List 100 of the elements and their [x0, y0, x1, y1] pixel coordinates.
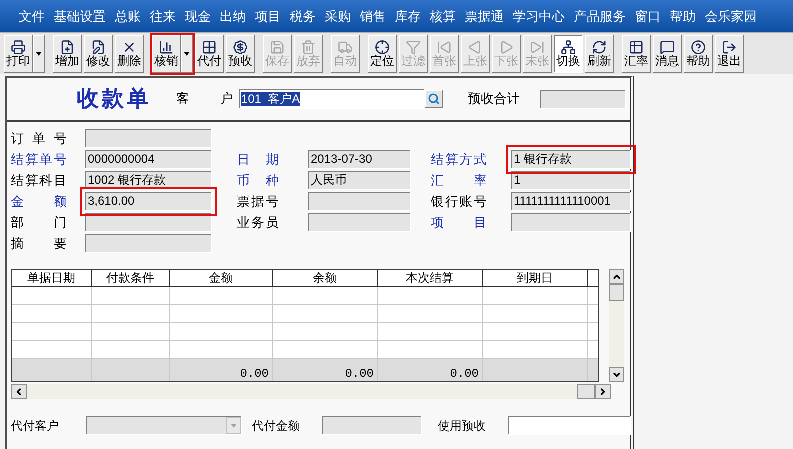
toolbar-button[interactable]: 定位: [368, 34, 397, 72]
toolbar-button[interactable]: 打印: [4, 34, 33, 72]
filter-icon: [406, 40, 421, 54]
field-label: 订单号: [11, 130, 67, 148]
text-field[interactable]: 人民币: [308, 171, 411, 190]
caret-icon: [184, 52, 190, 56]
toolbar-button[interactable]: 删除: [115, 34, 144, 72]
scroll-left-icon: [14, 386, 24, 396]
menu-item[interactable]: 总账: [115, 7, 141, 27]
field-label: 日期: [237, 150, 279, 169]
menu-item[interactable]: 会乐家园: [705, 7, 757, 27]
toolbar-button[interactable]: 预收: [226, 34, 255, 72]
menu-item[interactable]: 往来: [150, 7, 176, 27]
field-label: 摘要: [11, 234, 67, 253]
text-field[interactable]: 2013-07-30: [308, 150, 411, 169]
grid-icon: [202, 40, 217, 54]
dollar-icon: [233, 40, 248, 54]
field-label: 汇率: [431, 172, 487, 190]
menu-item[interactable]: 票据通: [465, 7, 504, 27]
caret-icon: [36, 52, 42, 56]
column-header[interactable]: 余额: [273, 270, 378, 286]
column-header[interactable]: 单据日期: [12, 270, 92, 286]
toolbar-button[interactable]: 帮助: [684, 34, 713, 72]
field-label: 使用预收: [438, 418, 487, 434]
text-field[interactable]: [508, 416, 631, 435]
text-field[interactable]: [85, 129, 212, 148]
toolbar-button[interactable]: 切换: [554, 34, 583, 72]
field-label: 项目: [431, 214, 487, 232]
caret-icon: [230, 424, 236, 428]
total-cell: 0.00: [450, 367, 479, 381]
text-field[interactable]: [511, 213, 631, 232]
combo-box[interactable]: [86, 416, 242, 435]
toolbar-button[interactable]: 增加: [53, 34, 82, 72]
customer-label: 客 户: [176, 90, 234, 108]
horizontal-scrollbar[interactable]: [11, 384, 611, 399]
dropdown-button[interactable]: [33, 34, 45, 72]
chart-icon: [159, 40, 174, 54]
field-label: 币种: [237, 172, 279, 190]
menu-item[interactable]: 现金: [185, 7, 211, 27]
total-cell: 0.00: [240, 367, 269, 381]
menu-item[interactable]: 产品服务: [574, 7, 626, 27]
menu-item[interactable]: 核算: [430, 7, 456, 27]
menu-item[interactable]: 库存: [395, 7, 421, 27]
first-icon: [437, 40, 452, 54]
message-icon: [660, 40, 675, 54]
edit-document-icon: [91, 40, 106, 54]
scroll-thumb[interactable]: [577, 384, 595, 399]
toolbar-button[interactable]: 刷新: [585, 34, 614, 72]
field-label: 票据号: [237, 192, 279, 211]
toolbar-button[interactable]: 汇率: [622, 34, 651, 72]
field-label: 银行账号: [431, 192, 487, 211]
field-label: 代付客户: [11, 418, 60, 434]
truck-icon: [338, 40, 353, 54]
save-icon: [270, 40, 285, 54]
customer-field[interactable]: 101 客户A: [239, 89, 426, 109]
field-label: 部门: [11, 214, 67, 232]
text-field[interactable]: [85, 234, 212, 253]
field-label: 金额: [11, 192, 67, 211]
text-field[interactable]: [322, 416, 422, 435]
exit-icon: [722, 40, 737, 54]
field-label: 结算单号: [11, 150, 67, 169]
column-header[interactable]: 到期日: [483, 270, 588, 286]
text-field[interactable]: 0000000004: [85, 150, 212, 169]
text-field[interactable]: 3,610.00: [85, 192, 212, 211]
menu-item[interactable]: 窗口: [635, 7, 661, 27]
menu-item[interactable]: 学习中心: [513, 7, 565, 27]
dropdown-button[interactable]: [181, 34, 193, 72]
text-field[interactable]: 1111111111110001: [511, 192, 631, 211]
menu-item[interactable]: 采购: [325, 7, 351, 27]
text-field[interactable]: [308, 213, 411, 232]
column-header[interactable]: 金额: [170, 270, 273, 286]
menu-item[interactable]: 税务: [290, 7, 316, 27]
toolbar-button[interactable]: 消息: [653, 34, 682, 72]
scroll-thumb[interactable]: [609, 284, 624, 301]
toolbar-button[interactable]: 退出: [715, 34, 744, 72]
menu-item[interactable]: 文件: [19, 7, 45, 27]
menu-item[interactable]: 项目: [255, 7, 281, 27]
table-icon: [629, 40, 644, 54]
text-field[interactable]: [308, 192, 411, 211]
refresh-icon: [592, 40, 607, 54]
advance-total-label: 预收合计: [468, 90, 520, 108]
form-title: 收款单: [77, 84, 153, 114]
menu-item[interactable]: 帮助: [670, 7, 696, 27]
scroll-right-icon: [598, 386, 608, 396]
menu-item[interactable]: 基础设置: [54, 7, 106, 27]
next-icon: [499, 40, 514, 54]
help-icon: [691, 40, 706, 54]
search-button[interactable]: [425, 90, 443, 108]
text-field[interactable]: 1 银行存款: [511, 150, 631, 169]
crosshair-icon: [375, 40, 390, 54]
vertical-scrollbar[interactable]: [609, 269, 624, 382]
menu-item[interactable]: 销售: [360, 7, 386, 27]
last-icon: [530, 40, 545, 54]
column-header[interactable]: 本次结算: [378, 270, 483, 286]
toolbar-button[interactable]: 修改: [84, 34, 113, 72]
toolbar-button[interactable]: 核销: [152, 34, 181, 72]
toolbar-button[interactable]: 代付: [195, 34, 224, 72]
column-header[interactable]: 付款条件: [92, 270, 170, 286]
field-label: 结算方式: [431, 150, 487, 169]
menu-item[interactable]: 出纳: [220, 7, 246, 27]
